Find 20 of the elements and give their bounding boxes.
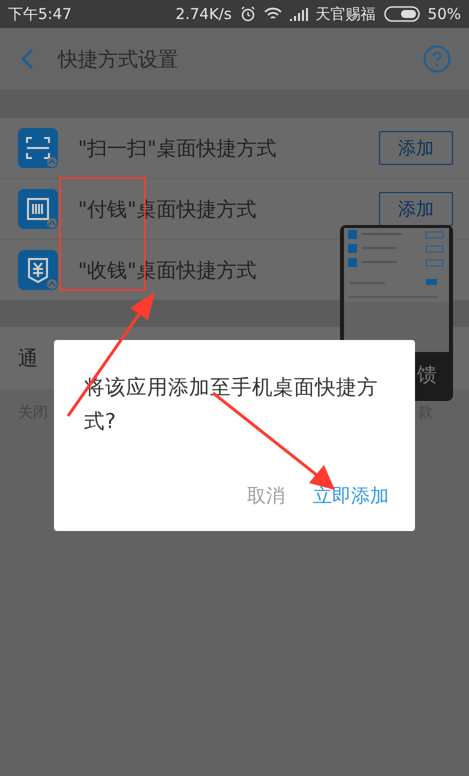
signal-icon [290, 8, 308, 20]
notification-title: 通 [18, 344, 38, 372]
network-speed: 2.74K/s [176, 5, 232, 23]
add-button[interactable]: 添加 [379, 131, 453, 165]
barcode-card-icon [18, 189, 58, 229]
scan-icon [18, 128, 58, 168]
shortcut-label: "扫一扫"桌面快捷方式 [78, 134, 278, 162]
status-time: 下午5:47 [8, 4, 72, 24]
yuan-icon [18, 250, 58, 290]
wifi-icon [264, 7, 282, 21]
page-title: 快捷方式设置 [58, 46, 179, 72]
back-icon[interactable] [20, 48, 34, 70]
carrier-name: 天官赐福 [316, 4, 376, 24]
battery-percent: 50% [428, 5, 461, 23]
alarm-icon [240, 6, 256, 22]
battery-icon [384, 6, 420, 22]
cancel-button[interactable]: 取消 [247, 479, 285, 513]
thumbnail-caption: 馈 [417, 361, 437, 388]
confirm-button[interactable]: 立即添加 [313, 479, 389, 513]
help-icon[interactable] [423, 45, 451, 73]
